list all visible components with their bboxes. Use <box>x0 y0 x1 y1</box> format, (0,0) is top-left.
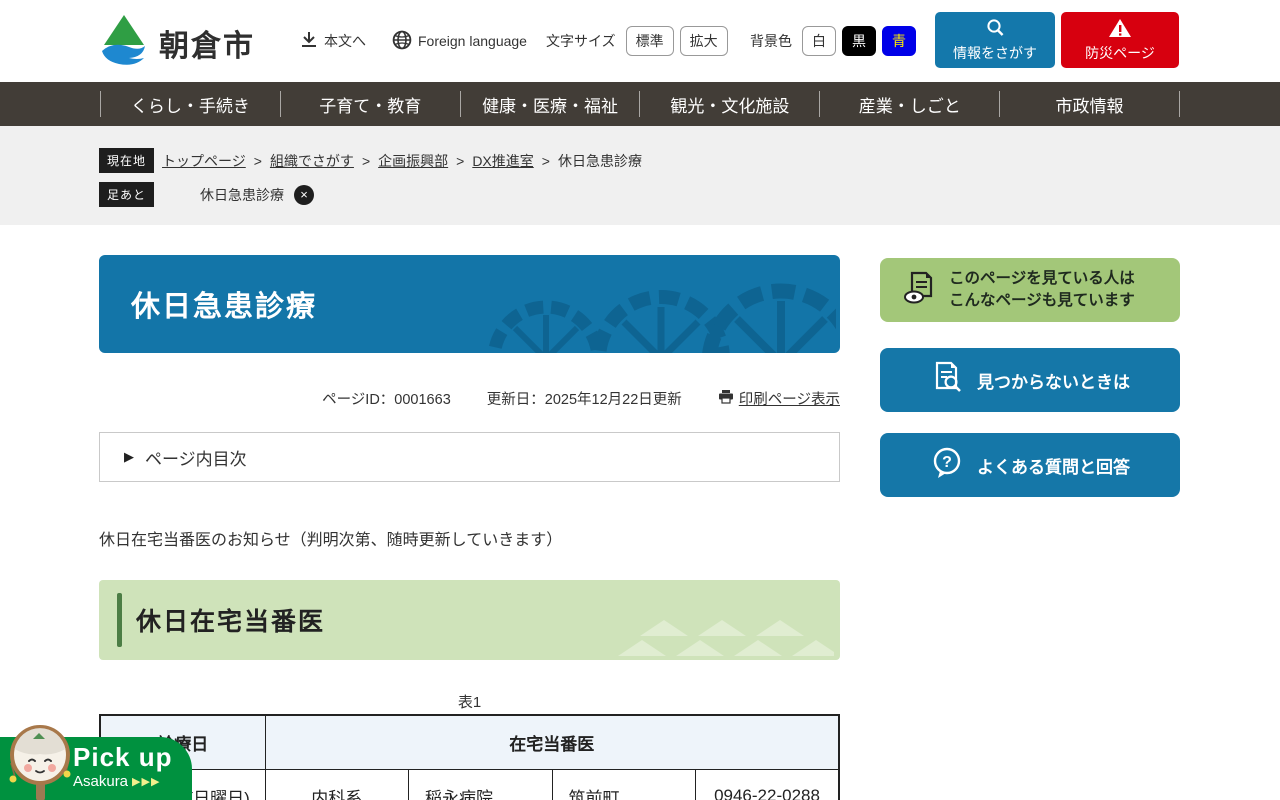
pickup-text: Pick up Asakura ▶▶▶ <box>73 742 172 790</box>
page-meta-row: ページID：0001663 更新日：2025年12月22日更新 印刷ページ表示 <box>99 388 840 409</box>
pickup-asakura-badge[interactable]: Pick up Asakura ▶▶▶ <box>0 737 192 800</box>
breadcrumb-link-top[interactable]: トップページ <box>162 151 246 171</box>
bg-blue-button[interactable]: 青 <box>882 26 916 56</box>
faq-button[interactable]: ? よくある質問と回答 <box>880 433 1180 497</box>
cell-phone: 0946-22-0288 <box>696 769 840 800</box>
asakura-city-webpage: 朝倉市 本文へ Foreig <box>0 0 1280 800</box>
skip-to-content-link[interactable]: 本文へ <box>300 0 366 82</box>
footprint-tag: 足あと <box>99 182 154 207</box>
current-location-tag: 現在地 <box>99 148 154 173</box>
breadcrumb-separator: > <box>456 153 464 169</box>
table-row: 12月28日(日曜日) 内科系 稲永病院 筑前町 0946-22-0288 <box>100 769 839 800</box>
font-size-large-button[interactable]: 拡大 <box>680 26 728 56</box>
section-heading-box: 休日在宅当番医 <box>99 580 840 660</box>
faq-label: よくある質問と回答 <box>977 453 1130 478</box>
site-logo[interactable]: 朝倉市 <box>99 13 255 72</box>
foreign-language-link[interactable]: Foreign language <box>392 0 527 82</box>
page-title-banner: 休日急患診療 <box>99 255 840 353</box>
background-color-controls: 背景色 白 黒 青 <box>750 0 916 82</box>
skip-link-label: 本文へ <box>324 31 366 51</box>
document-eye-icon <box>902 270 938 311</box>
heading-accent-bar <box>117 593 122 647</box>
background-color-label: 背景色 <box>750 31 792 51</box>
font-size-label: 文字サイズ <box>546 31 616 51</box>
site-search-button[interactable]: 情報をさがす <box>935 12 1055 68</box>
bg-white-button[interactable]: 白 <box>802 26 836 56</box>
mountains-icon <box>618 612 834 658</box>
nav-divider <box>1179 91 1180 117</box>
water-wheel-icon <box>476 255 836 353</box>
font-size-standard-button[interactable]: 標準 <box>626 26 674 56</box>
page-title: 休日急患診療 <box>131 283 317 325</box>
notice-text: 休日在宅当番医のお知らせ（判明次第、随時更新していきます） <box>99 526 562 550</box>
down-arrow-icon <box>300 31 318 52</box>
column-header-doctor: 在宅当番医 <box>265 715 839 769</box>
foreign-language-label: Foreign language <box>418 33 527 49</box>
svg-text:?: ? <box>942 454 952 471</box>
search-icon <box>985 18 1005 41</box>
question-bubble-icon: ? <box>930 446 964 485</box>
breadcrumb-link-org[interactable]: 組織でさがす <box>270 151 354 171</box>
footprint-item[interactable]: 休日急患診療 <box>200 185 284 205</box>
warning-icon <box>1108 18 1132 41</box>
related-pages-button[interactable]: このページを見ている人は こんなページも見ています <box>880 258 1180 322</box>
pickup-title: Pick up <box>73 742 172 773</box>
page-id: ページID：0001663 <box>322 388 451 409</box>
related-pages-label: このページを見ている人は こんなページも見ています <box>949 268 1135 311</box>
footprint-row: 足あと 休日急患診療 × <box>99 182 314 207</box>
globe-icon <box>392 30 412 53</box>
breadcrumb-area: 現在地 トップページ > 組織でさがす > 企画振興部 > DX推進室 > 休日… <box>0 126 1280 225</box>
pickup-arrows-icon: ▶▶▶ <box>132 775 160 788</box>
site-header: 朝倉市 本文へ Foreig <box>0 0 1280 82</box>
remove-footprint-icon[interactable]: × <box>294 185 314 205</box>
cell-town: 筑前町 <box>552 769 696 800</box>
accordion-arrow-icon: ▶ <box>124 449 134 465</box>
city-logo-icon <box>99 13 149 72</box>
printer-icon <box>718 389 734 408</box>
update-date: 更新日：2025年12月22日更新 <box>487 388 682 409</box>
pickup-subtitle: Asakura <box>73 773 128 790</box>
search-button-label: 情報をさがす <box>953 43 1037 63</box>
cell-hospital: 稲永病院 <box>409 769 553 800</box>
nav-item-kenko[interactable]: 健康・医療・福祉 <box>461 82 640 126</box>
bg-black-button[interactable]: 黒 <box>842 26 876 56</box>
font-size-controls: 文字サイズ 標準 拡大 <box>546 0 728 82</box>
toc-label: ページ内目次 <box>145 445 247 470</box>
global-navigation: くらし・手続き 子育て・教育 健康・医療・福祉 観光・文化施設 産業・しごと 市… <box>0 82 1280 126</box>
nav-item-sangyo[interactable]: 産業・しごと <box>820 82 999 126</box>
duty-doctor-table: 診療日 在宅当番医 12月28日(日曜日) 内科系 稲永病院 筑前町 0946-… <box>99 714 840 800</box>
disaster-page-button[interactable]: 防災ページ <box>1061 12 1179 68</box>
cell-category: 内科系 <box>265 769 409 800</box>
table-header-row: 診療日 在宅当番医 <box>100 715 839 769</box>
breadcrumb-separator: > <box>542 153 550 169</box>
document-search-icon <box>930 361 964 400</box>
page-toc-accordion[interactable]: ▶ ページ内目次 <box>99 432 840 482</box>
mascot-icon <box>5 725 75 800</box>
breadcrumb-link-dx[interactable]: DX推進室 <box>472 151 533 171</box>
breadcrumb-current: 休日急患診療 <box>558 151 642 171</box>
breadcrumb-separator: > <box>362 153 370 169</box>
nav-item-shisei[interactable]: 市政情報 <box>1000 82 1179 126</box>
breadcrumb-link-kikaku[interactable]: 企画振興部 <box>378 151 448 171</box>
nav-item-kanko[interactable]: 観光・文化施設 <box>640 82 819 126</box>
breadcrumb-separator: > <box>254 153 262 169</box>
site-title: 朝倉市 <box>159 21 255 65</box>
table-caption: 表1 <box>99 691 840 712</box>
nav-item-kosodate[interactable]: 子育て・教育 <box>281 82 460 126</box>
breadcrumb: 現在地 トップページ > 組織でさがす > 企画振興部 > DX推進室 > 休日… <box>99 148 642 173</box>
not-found-label: 見つからないときは <box>977 368 1130 393</box>
nav-item-kurashi[interactable]: くらし・手続き <box>101 82 280 126</box>
print-page-link[interactable]: 印刷ページ表示 <box>718 388 840 409</box>
disaster-button-label: 防災ページ <box>1085 43 1155 63</box>
main-content: 休日急患診療 <box>0 225 1280 800</box>
print-link-label: 印刷ページ表示 <box>739 388 840 409</box>
not-found-button[interactable]: 見つからないときは <box>880 348 1180 412</box>
section-heading: 休日在宅当番医 <box>136 602 325 638</box>
